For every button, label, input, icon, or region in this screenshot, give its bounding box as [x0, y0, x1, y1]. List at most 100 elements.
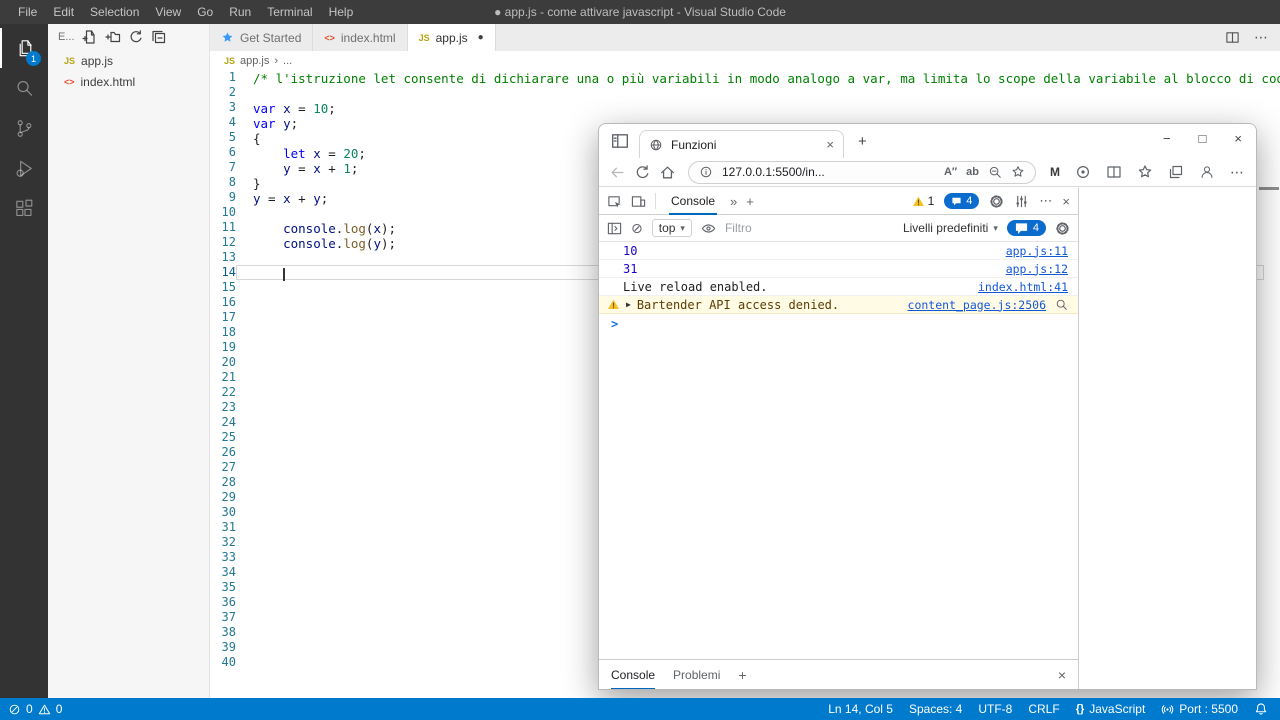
extensions-icon [13, 197, 36, 220]
zoom-icon[interactable] [988, 165, 1002, 179]
search-in-source-icon[interactable] [1055, 298, 1068, 311]
add-favorite-star-icon[interactable] [1011, 165, 1025, 179]
device-toolbar-icon[interactable] [631, 194, 646, 209]
tab-index-html[interactable]: <> index.html [313, 24, 407, 51]
new-file-icon[interactable] [82, 29, 98, 45]
activity-explorer[interactable]: 1 [0, 28, 48, 68]
menubar: File Edit Selection View Go Run Terminal… [0, 0, 361, 24]
close-icon[interactable]: × [1234, 131, 1242, 146]
new-tab-icon[interactable]: + [858, 134, 867, 149]
expand-triangle-icon[interactable]: ▶ [626, 300, 631, 309]
indentation[interactable]: Spaces: 4 [909, 702, 962, 716]
menu-selection[interactable]: Selection [82, 0, 147, 24]
devtools-settings-gear-icon[interactable] [989, 194, 1004, 209]
tab-close-icon[interactable]: × [826, 137, 834, 152]
menu-edit[interactable]: Edit [45, 0, 82, 24]
activity-run-debug[interactable] [0, 148, 48, 188]
console-source-link[interactable]: index.html:41 [978, 280, 1068, 294]
translate-icon[interactable]: ab [966, 166, 979, 178]
console-settings-gear-icon[interactable] [1055, 221, 1070, 236]
drawer-add-icon[interactable]: + [738, 667, 746, 683]
tab-get-started[interactable]: Get Started [210, 24, 313, 51]
line-number: 22 [210, 385, 236, 400]
notifications-bell-icon[interactable] [1254, 702, 1268, 716]
home-icon[interactable] [659, 164, 676, 181]
settings-more-icon[interactable]: ⋯ [1230, 164, 1244, 181]
tab-actions-icon[interactable] [611, 132, 629, 150]
menu-help[interactable]: Help [321, 0, 362, 24]
menu-run[interactable]: Run [221, 0, 259, 24]
browser-tab-funzioni[interactable]: Funzioni × [639, 130, 844, 158]
context-selector[interactable]: top ▾ [652, 219, 692, 237]
customize-sliders-icon[interactable] [1014, 194, 1029, 209]
split-editor-icon[interactable] [1225, 30, 1240, 45]
live-expression-eye-icon[interactable] [701, 221, 716, 236]
console-sidebar-icon[interactable] [607, 221, 622, 236]
problems-indicator[interactable]: 0 0 [8, 702, 62, 716]
add-panel-icon[interactable]: + [746, 194, 754, 209]
console-prompt[interactable]: > [599, 314, 1078, 331]
menu-file[interactable]: File [10, 0, 45, 24]
inspect-element-icon[interactable] [607, 194, 622, 209]
maximize-icon[interactable]: □ [1199, 131, 1207, 146]
new-folder-icon[interactable] [105, 29, 121, 45]
modified-dot-icon[interactable]: ● [478, 32, 484, 43]
line-number: 32 [210, 535, 236, 550]
devtools-close-icon[interactable]: × [1062, 194, 1070, 209]
activity-extensions[interactable] [0, 188, 48, 228]
edge-toolbar-icons: M ⋯ [1048, 164, 1246, 181]
profile-avatar[interactable] [1199, 164, 1215, 180]
editor-more-actions-icon[interactable]: ⋯ [1254, 29, 1268, 46]
code-line[interactable]: 1/* l'istruzione let consente di dichiar… [210, 70, 1280, 85]
line-number: 12 [210, 235, 236, 250]
clear-console-icon[interactable]: ⊘ [631, 221, 643, 235]
drawer-tab-problemi[interactable]: Problemi [673, 660, 720, 690]
code-line[interactable]: 3var x = 10; [210, 100, 1280, 115]
drawer-close-icon[interactable]: × [1058, 667, 1066, 683]
split-screen-icon[interactable] [1106, 164, 1122, 180]
code-line[interactable]: 2 [210, 85, 1280, 100]
status-bar: 0 0 Ln 14, Col 5 Spaces: 4 UTF-8 CRLF {}… [0, 698, 1280, 720]
site-info-icon[interactable] [699, 165, 713, 179]
language-mode[interactable]: {} JavaScript [1076, 702, 1146, 716]
activity-source-control[interactable] [0, 108, 48, 148]
tab-app-js[interactable]: JS app.js ● [408, 24, 496, 51]
console-source-link[interactable]: content_page.js:2506 [908, 298, 1046, 312]
extension-icon[interactable] [1075, 164, 1091, 180]
devtools-tab-console[interactable]: Console [665, 188, 721, 215]
console-messages-badge[interactable]: 4 [944, 193, 979, 209]
back-icon[interactable] [609, 164, 626, 181]
minimize-icon[interactable]: − [1163, 131, 1171, 146]
favorites-icon[interactable] [1137, 164, 1153, 180]
explorer-sidebar: E... JS app.js <> index.html [48, 24, 210, 698]
console-source-link[interactable]: app.js:12 [1006, 262, 1068, 276]
breadcrumb[interactable]: JS app.js › ... [210, 51, 1280, 70]
log-levels-dropdown[interactable]: Livelli predefiniti ▾ [903, 221, 998, 235]
cursor-position[interactable]: Ln 14, Col 5 [828, 702, 893, 716]
address-bar[interactable]: 127.0.0.1:5500/in... A″ ab [688, 161, 1036, 184]
refresh-explorer-icon[interactable] [128, 29, 144, 45]
activity-search[interactable] [0, 68, 48, 108]
file-item-appjs[interactable]: JS app.js [48, 50, 209, 71]
issues-warning-badge[interactable]: 1 [912, 194, 935, 208]
eol-sequence[interactable]: CRLF [1028, 702, 1059, 716]
encoding[interactable]: UTF-8 [978, 702, 1012, 716]
file-item-indexhtml[interactable]: <> index.html [48, 71, 209, 92]
menu-view[interactable]: View [147, 0, 189, 24]
more-tabs-icon[interactable]: » [730, 194, 737, 209]
m-extension-icon[interactable]: M [1050, 165, 1060, 179]
drawer-tab-console[interactable]: Console [611, 660, 655, 690]
read-aloud-icon[interactable]: A″ [944, 166, 957, 178]
console-source-link[interactable]: app.js:11 [1006, 244, 1068, 258]
line-number: 30 [210, 505, 236, 520]
editor-tabbar: Get Started <> index.html JS app.js ● ⋯ [210, 24, 1280, 51]
devtools-more-icon[interactable]: ⋯ [1039, 193, 1052, 209]
live-server-port[interactable]: Port : 5500 [1161, 702, 1238, 716]
collections-icon[interactable] [1168, 164, 1184, 180]
reload-icon[interactable] [634, 164, 651, 181]
menu-terminal[interactable]: Terminal [259, 0, 320, 24]
messages-count-badge[interactable]: 4 [1007, 220, 1046, 236]
console-filter-input[interactable] [725, 221, 894, 235]
collapse-folders-icon[interactable] [151, 29, 167, 45]
menu-go[interactable]: Go [189, 0, 221, 24]
